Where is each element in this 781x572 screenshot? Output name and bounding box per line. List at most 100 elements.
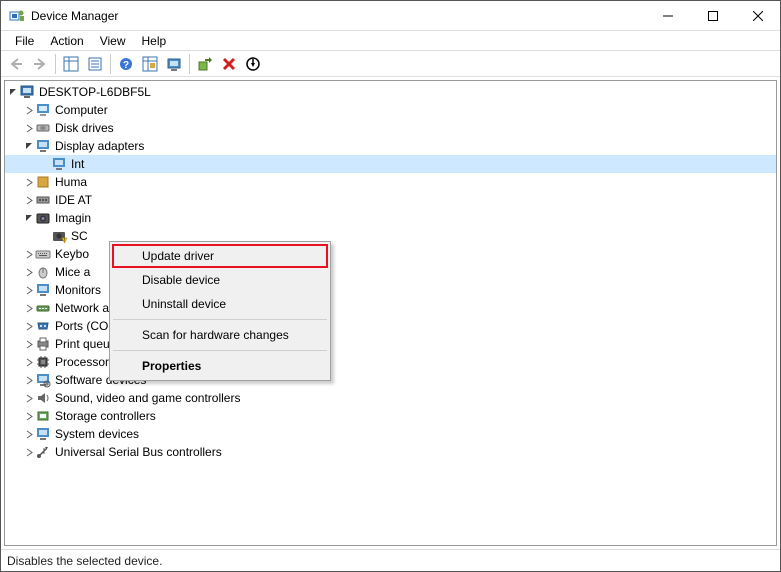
sound-icon [35, 390, 51, 406]
properties-button[interactable] [84, 53, 106, 75]
show-hide-tree-button[interactable] [60, 53, 82, 75]
port-icon [35, 318, 51, 334]
window-title: Device Manager [31, 9, 645, 23]
context-update-driver[interactable]: Update driver [112, 244, 328, 268]
expand-icon[interactable] [23, 389, 35, 407]
toolbar-separator [55, 54, 56, 74]
collapse-icon[interactable] [23, 137, 35, 155]
printer-icon [35, 336, 51, 352]
expand-icon[interactable] [23, 371, 35, 389]
expand-icon[interactable] [23, 407, 35, 425]
expand-icon[interactable] [23, 173, 35, 191]
tree-label: Universal Serial Bus controllers [53, 445, 222, 459]
toolbar: ? [1, 51, 780, 77]
expand-icon[interactable] [23, 353, 35, 371]
context-menu: Update driver Disable device Uninstall d… [109, 241, 331, 381]
menu-help[interactable]: Help [134, 32, 175, 50]
expand-icon[interactable] [23, 299, 35, 317]
display-adapter-icon [35, 138, 51, 154]
menu-action[interactable]: Action [42, 32, 91, 50]
tree-label: Keybo [53, 247, 89, 261]
usb-icon [35, 444, 51, 460]
tree-category-disk-drives[interactable]: Disk drives [5, 119, 776, 137]
tree-label: IDE AT [53, 193, 92, 207]
tree-category-computer[interactable]: Computer [5, 101, 776, 119]
tree-label: SC [69, 229, 88, 243]
tree-category-imaging[interactable]: Imagin [5, 209, 776, 227]
tree-label: Imagin [53, 211, 91, 225]
help-button[interactable]: ? [115, 53, 137, 75]
toolbar-separator [110, 54, 111, 74]
menu-view[interactable]: View [92, 32, 134, 50]
expand-icon[interactable] [23, 425, 35, 443]
tree-label: Processors [53, 355, 115, 369]
expand-icon[interactable] [23, 191, 35, 209]
camera-warn-icon: ! [51, 228, 67, 244]
action-button[interactable] [139, 53, 161, 75]
imaging-icon [35, 210, 51, 226]
toolbar-separator [189, 54, 190, 74]
expand-icon[interactable] [23, 245, 35, 263]
context-properties[interactable]: Properties [112, 354, 328, 378]
tree-root[interactable]: DESKTOP-L6DBF5L [5, 83, 776, 101]
computer-root-icon [19, 84, 35, 100]
tree-label: Display adapters [53, 139, 144, 153]
mouse-icon [35, 264, 51, 280]
title-bar: Device Manager [1, 1, 780, 31]
context-scan-hardware[interactable]: Scan for hardware changes [112, 323, 328, 347]
expand-icon[interactable] [23, 317, 35, 335]
close-button[interactable] [735, 1, 780, 30]
tree-category-display-adapters[interactable]: Display adapters [5, 137, 776, 155]
menu-file[interactable]: File [7, 32, 42, 50]
svg-text:!: ! [64, 238, 65, 244]
monitor-icon [35, 282, 51, 298]
tree-category-ide[interactable]: IDE AT [5, 191, 776, 209]
tree-label: Sound, video and game controllers [53, 391, 240, 405]
minimize-button[interactable] [645, 1, 690, 30]
scan-hardware-button[interactable] [163, 53, 185, 75]
software-device-icon [35, 372, 51, 388]
expand-icon[interactable] [23, 119, 35, 137]
tree-label: Computer [53, 103, 108, 117]
forward-button[interactable] [29, 53, 51, 75]
status-text: Disables the selected device. [7, 554, 162, 568]
back-button[interactable] [5, 53, 27, 75]
tree-label: Mice a [53, 265, 90, 279]
uninstall-button[interactable] [218, 53, 240, 75]
context-uninstall-device[interactable]: Uninstall device [112, 292, 328, 316]
tree-category-hid[interactable]: Huma [5, 173, 776, 191]
tree-label: DESKTOP-L6DBF5L [37, 85, 151, 99]
expand-icon[interactable] [23, 443, 35, 461]
computer-icon [35, 102, 51, 118]
status-bar: Disables the selected device. [1, 549, 780, 571]
expand-icon[interactable] [23, 263, 35, 281]
tree-category-storage[interactable]: Storage controllers [5, 407, 776, 425]
expand-icon[interactable] [23, 281, 35, 299]
ide-icon [35, 192, 51, 208]
system-device-icon [35, 426, 51, 442]
maximize-button[interactable] [690, 1, 735, 30]
tree-label: Int [69, 157, 84, 171]
network-icon [35, 300, 51, 316]
tree-category-system[interactable]: System devices [5, 425, 776, 443]
collapse-icon[interactable] [7, 83, 19, 101]
tree-category-sound[interactable]: Sound, video and game controllers [5, 389, 776, 407]
display-adapter-icon [51, 156, 67, 172]
storage-controller-icon [35, 408, 51, 424]
context-disable-device[interactable]: Disable device [112, 268, 328, 292]
tree-category-usb[interactable]: Universal Serial Bus controllers [5, 443, 776, 461]
device-tree[interactable]: DESKTOP-L6DBF5L Computer Disk drives Dis… [4, 80, 777, 546]
tree-device-intel[interactable]: Int [5, 155, 776, 173]
tree-label: System devices [53, 427, 139, 441]
expand-icon[interactable] [23, 335, 35, 353]
expand-icon[interactable] [23, 101, 35, 119]
tree-label: Huma [53, 175, 87, 189]
collapse-icon[interactable] [23, 209, 35, 227]
update-driver-button[interactable] [194, 53, 216, 75]
hid-icon [35, 174, 51, 190]
menu-bar: File Action View Help [1, 31, 780, 51]
tree-label: Storage controllers [53, 409, 156, 423]
context-separator [113, 350, 327, 351]
disable-button[interactable] [242, 53, 264, 75]
keyboard-icon [35, 246, 51, 262]
